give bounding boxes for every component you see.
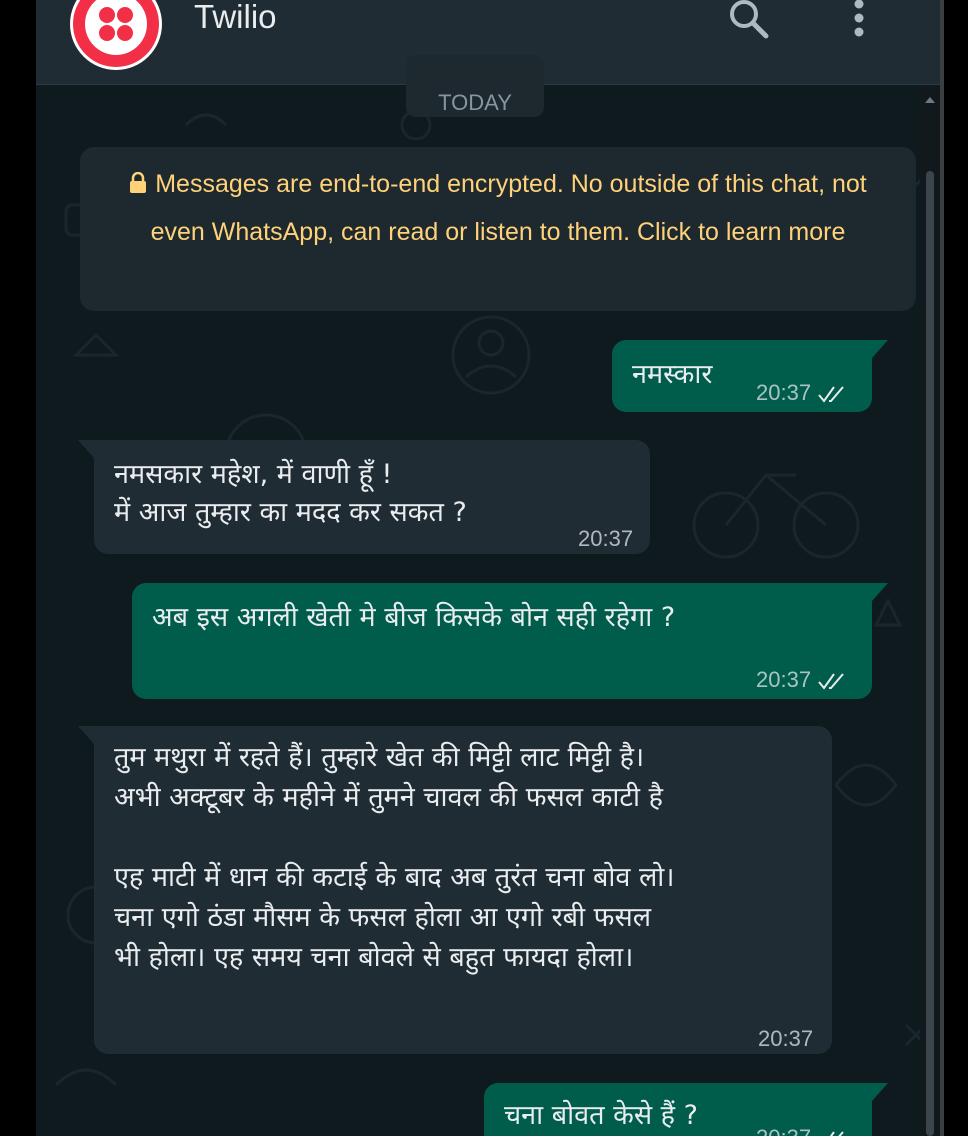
kebab-menu-icon [854,0,864,37]
read-ticks-icon [817,1122,847,1136]
message-time: 20:37 [756,1125,811,1136]
bubble-tail [78,440,94,458]
contact-name[interactable]: Twilio [194,0,277,36]
search-button[interactable] [724,0,774,44]
message-text: नमसकार महेश, में वाणी हूँ ! में आज तुम्ह… [114,459,467,528]
message-meta: 20:37 [756,661,847,702]
scrollbar[interactable] [920,85,940,1136]
read-ticks-icon [817,664,847,702]
twilio-logo-icon [73,0,159,67]
message-time: 20:37 [756,380,812,405]
message-meta: 20:37 [756,1119,847,1136]
message-bubble-outgoing[interactable]: अब इस अगली खेती मे बीज किसके बोन सही रहे… [132,583,888,702]
contact-avatar[interactable] [70,0,162,70]
message-text: चना बोवत केसे हैं ? [504,1100,698,1131]
whatsapp-window: Twilio TODAY Messages are end-to-end enc… [36,0,940,1136]
bubble-tail [872,583,888,601]
message-time: 20:37 [758,1026,814,1051]
message-text: नमस्कार [632,359,713,390]
encryption-notice-text: Messages are end-to-end encrypted. No ou… [150,170,867,246]
encryption-notice[interactable]: Messages are end-to-end encrypted. No ou… [80,147,916,311]
message-bubble-incoming[interactable]: तुम मथुरा में रहते हैं। तुम्हारे खेत की … [78,726,832,1054]
message-text: अब इस अगली खेती मे बीज किसके बोन सही रहे… [152,602,676,633]
scroll-up-arrow-icon[interactable] [925,97,935,103]
lock-icon [129,163,147,209]
read-ticks-icon [817,377,847,415]
menu-button[interactable] [844,0,874,44]
search-icon [730,0,769,39]
message-text: तुम मथुरा में रहते हैं। तुम्हारे खेत की … [114,742,675,973]
message-bubble-outgoing[interactable]: चना बोवत केसे हैं ? 20:37 [484,1083,888,1136]
date-chip: TODAY [406,55,544,117]
window-edge [940,0,944,1136]
scroll-thumb[interactable] [926,171,934,1136]
message-time: 20:37 [756,667,812,692]
message-time: 20:37 [578,526,634,551]
message-bubble-incoming[interactable]: नमसकार महेश, में वाणी हूँ ! में आज तुम्ह… [78,440,650,554]
bubble-tail [872,1083,888,1101]
message-meta: 20:37 [756,374,847,415]
message-bubble-outgoing[interactable]: नमस्कार 20:37 [612,340,888,415]
message-pane[interactable]: TODAY Messages are end-to-end encrypted.… [36,55,940,1136]
bubble-tail [872,340,888,358]
bubble-tail [78,726,94,744]
